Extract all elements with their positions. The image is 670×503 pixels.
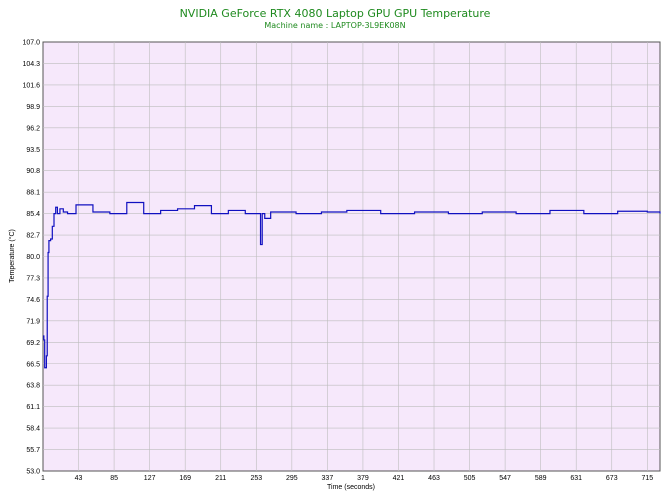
y-tick-label: 80.0 xyxy=(26,254,40,261)
x-tick-label: 1 xyxy=(41,475,45,482)
x-tick-label: 295 xyxy=(286,475,298,482)
x-tick-label: 127 xyxy=(144,475,156,482)
x-tick-label: 337 xyxy=(322,475,334,482)
x-tick-label: 505 xyxy=(464,475,476,482)
y-tick-label: 61.1 xyxy=(26,404,40,411)
y-tick-label: 96.2 xyxy=(26,125,40,132)
y-tick-label: 101.6 xyxy=(22,82,40,89)
x-tick-label: 169 xyxy=(179,475,191,482)
x-axis-ticks: 1 43 85 127 169 211 253 295 337 379 421 463 505 547 58… xyxy=(41,475,653,482)
y-axis-ticks: 107.0 104.3 101.6 98.9 96.2 93.5 90.8 88.1 85.4 8… xyxy=(22,40,40,476)
chart: NVIDIA GeForce RTX 4080 Laptop GPU GPU T… xyxy=(8,7,661,491)
y-tick-label: 98.9 xyxy=(26,104,40,111)
x-tick-label: 379 xyxy=(357,475,369,482)
y-tick-label: 71.9 xyxy=(26,318,40,325)
y-tick-label: 69.2 xyxy=(26,340,40,347)
x-tick-label: 589 xyxy=(535,475,547,482)
x-axis-label: Time (seconds) xyxy=(327,484,375,491)
y-tick-label: 58.4 xyxy=(26,426,40,433)
y-tick-label: 77.3 xyxy=(26,275,40,282)
y-tick-label: 90.8 xyxy=(26,168,40,175)
y-tick-label: 104.3 xyxy=(22,61,40,68)
x-tick-label: 253 xyxy=(250,475,262,482)
y-axis-label: Temperature (°C) xyxy=(8,229,16,283)
y-tick-label: 55.7 xyxy=(26,447,40,454)
y-tick-label: 53.0 xyxy=(26,469,40,476)
y-tick-label: 93.5 xyxy=(26,147,40,154)
y-tick-label: 74.6 xyxy=(26,297,40,304)
x-tick-label: 211 xyxy=(215,475,226,482)
y-tick-label: 107.0 xyxy=(22,40,40,47)
x-tick-label: 43 xyxy=(75,475,83,482)
chart-subtitle: Machine name : LAPTOP-3L9EK08N xyxy=(264,21,405,30)
x-tick-label: 631 xyxy=(570,475,582,482)
x-tick-label: 673 xyxy=(606,475,618,482)
grid-lines xyxy=(43,42,660,471)
y-tick-label: 82.7 xyxy=(26,233,40,240)
x-tick-label: 715 xyxy=(641,475,653,482)
chart-title: NVIDIA GeForce RTX 4080 Laptop GPU GPU T… xyxy=(180,7,491,20)
y-tick-label: 85.4 xyxy=(26,211,40,218)
y-tick-label: 88.1 xyxy=(26,190,40,197)
x-tick-label: 85 xyxy=(110,475,118,482)
y-tick-label: 66.5 xyxy=(26,361,40,368)
x-tick-label: 463 xyxy=(428,475,440,482)
y-tick-label: 63.8 xyxy=(26,383,40,390)
x-tick-label: 547 xyxy=(499,475,511,482)
x-tick-label: 421 xyxy=(393,475,405,482)
